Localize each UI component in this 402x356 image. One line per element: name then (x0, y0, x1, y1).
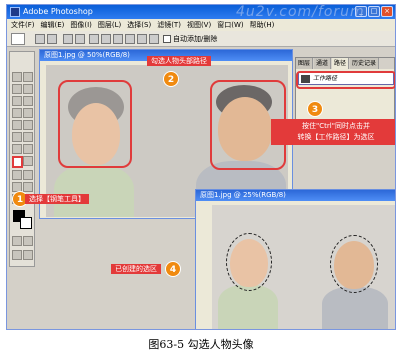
close-button[interactable]: × (381, 6, 393, 17)
document-window-2: 原图1.jpg @ 25%(RGB/8) (195, 189, 395, 329)
dodge-tool-icon[interactable] (23, 144, 33, 154)
callout-3-line-1: 按住"Ctrl"同时点击并 (302, 122, 370, 130)
callout-4-number: 4 (165, 261, 181, 277)
callout-2-number: 2 (163, 71, 179, 87)
crop-tool-icon[interactable] (12, 96, 22, 106)
tab-history[interactable]: 历史记录 (350, 58, 380, 69)
tab-channels[interactable]: 通道 (314, 58, 332, 69)
menu-file[interactable]: 文件(F) (11, 19, 35, 31)
shape-tool-icon[interactable] (23, 170, 33, 180)
magic-wand-icon[interactable] (23, 84, 33, 94)
eraser-tool-icon[interactable] (12, 132, 22, 142)
left-head-path-outline (58, 80, 132, 168)
clone-stamp-icon[interactable] (12, 120, 22, 130)
menu-image[interactable]: 图像(I) (70, 19, 92, 31)
standard-mode-icon[interactable] (12, 236, 22, 246)
custom-shape-icon[interactable] (149, 34, 159, 44)
pen-tool-icon[interactable] (12, 156, 23, 168)
menu-window[interactable]: 窗口(W) (217, 19, 243, 31)
background-color-swatch[interactable] (20, 217, 32, 229)
slice-tool-icon[interactable] (23, 96, 33, 106)
tab-layers[interactable]: 图层 (296, 58, 314, 69)
document-canvas-2[interactable] (212, 205, 395, 329)
pen-tool-preset-icon[interactable] (11, 33, 25, 45)
document-title-2: 原图1.jpg @ 25%(RGB/8) (196, 190, 395, 201)
figure-caption: 图63-5 勾选人物头像 (148, 338, 254, 351)
healing-brush-icon[interactable] (12, 108, 22, 118)
rounded-rectangle-icon[interactable] (101, 34, 111, 44)
freeform-pen-icon[interactable] (75, 34, 85, 44)
rectangle-shape-icon[interactable] (89, 34, 99, 44)
menu-help[interactable]: 帮助(H) (250, 19, 275, 31)
callout-4-label: 已创建的选区 (111, 264, 161, 274)
menu-filter[interactable]: 滤镜(T) (157, 19, 181, 31)
pen-icon[interactable] (63, 34, 73, 44)
menu-bar: 文件(F) 编辑(E) 图像(I) 图层(L) 选择(S) 滤镜(T) 视图(V… (7, 19, 395, 31)
auto-add-delete-checkbox[interactable] (163, 35, 171, 43)
left-person-shirt-small (218, 285, 278, 329)
lasso-tool-icon[interactable] (12, 84, 22, 94)
maximize-button[interactable]: □ (368, 6, 380, 17)
type-tool-icon[interactable] (23, 156, 33, 166)
callout-1-label: 选择【钢笔工具】 (25, 194, 89, 204)
path-selection-icon[interactable] (12, 170, 22, 180)
polygon-shape-icon[interactable] (125, 34, 135, 44)
menu-select[interactable]: 选择(S) (127, 19, 151, 31)
app-title: Adobe Photoshop (23, 7, 93, 16)
menu-edit[interactable]: 编辑(E) (41, 19, 65, 31)
auto-add-delete-label: 自动添加/删除 (173, 35, 218, 43)
shape-layers-mode-button[interactable] (35, 34, 45, 44)
callout-3-line-2: 转换【工作路径】为选区 (297, 133, 375, 141)
screen-mode-icon[interactable] (12, 250, 22, 260)
marquee-tool-icon[interactable] (12, 72, 22, 82)
gradient-tool-icon[interactable] (23, 132, 33, 142)
tab-paths[interactable]: 路径 (332, 58, 350, 69)
ellipse-shape-icon[interactable] (113, 34, 123, 44)
callout-3-number: 3 (307, 101, 323, 117)
options-bar: 自动添加/删除 (7, 31, 395, 47)
callout-2-label: 勾选人物头部路径 (147, 56, 211, 66)
work-path-highlight (296, 71, 395, 89)
quick-mask-icon[interactable] (23, 236, 33, 246)
menu-layer[interactable]: 图层(L) (98, 19, 121, 31)
left-head-selection (226, 233, 272, 291)
toolbox (9, 51, 35, 267)
menu-view[interactable]: 视图(V) (187, 19, 211, 31)
jump-to-imageready-icon[interactable] (23, 250, 33, 260)
right-head-selection (330, 235, 378, 293)
right-person-shirt-small (322, 287, 388, 329)
line-shape-icon[interactable] (137, 34, 147, 44)
watermark: 4u2v.com/forum (236, 4, 365, 20)
blur-tool-icon[interactable] (12, 144, 22, 154)
move-tool-icon[interactable] (23, 72, 33, 82)
photoshop-window: Adobe Photoshop _ □ × 文件(F) 编辑(E) 图像(I) … (6, 4, 396, 330)
photoshop-app-icon (10, 7, 20, 17)
eyedropper-icon[interactable] (23, 182, 33, 192)
panel-tabs: 图层 通道 路径 历史记录 (296, 58, 394, 69)
callout-3-box: 按住"Ctrl"同时点击并 转换【工作路径】为选区 (271, 119, 395, 145)
brush-tool-icon[interactable] (23, 108, 33, 118)
history-brush-icon[interactable] (23, 120, 33, 130)
left-person-shirt (54, 165, 134, 217)
paths-mode-button[interactable] (47, 34, 57, 44)
